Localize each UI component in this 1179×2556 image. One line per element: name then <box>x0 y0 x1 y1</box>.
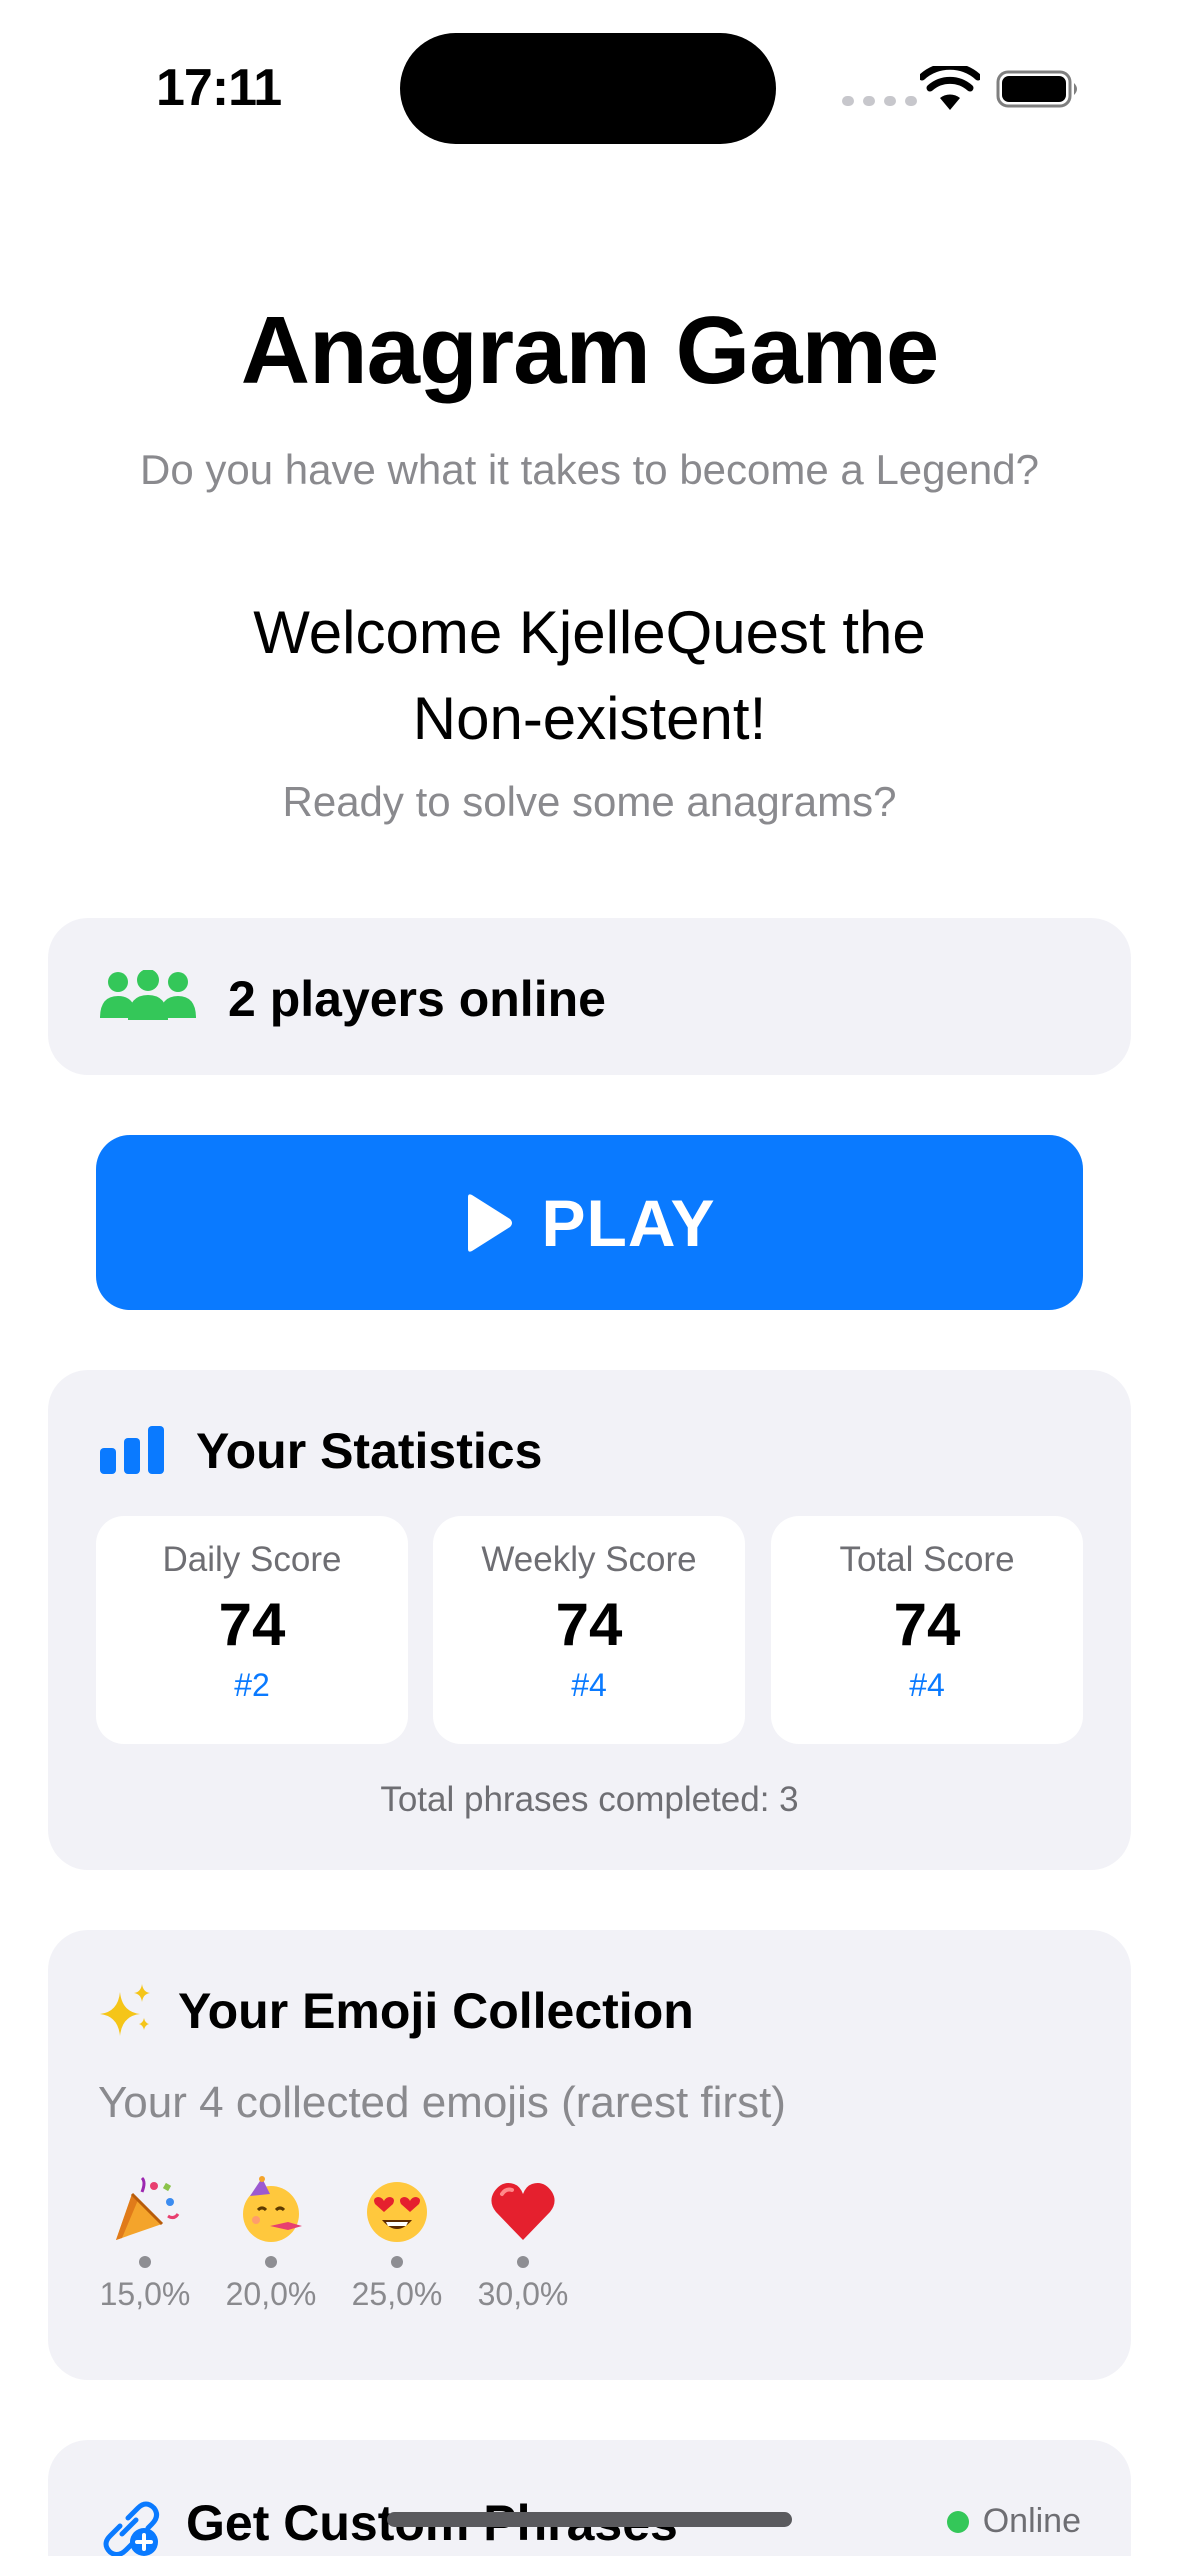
sparkles-icon <box>100 1984 150 2036</box>
welcome-line-2: Non-existent! <box>412 685 767 752</box>
heart-eyes-face-icon <box>367 2182 427 2242</box>
party-popper-icon <box>116 2176 180 2240</box>
emoji-percent: 15,0% <box>99 2276 191 2312</box>
play-icon <box>467 1193 512 1252</box>
link-add-icon <box>103 2501 160 2556</box>
total-score-box: Total Score 74 #4 <box>771 1516 1083 1744</box>
emoji-collection-title: Your Emoji Collection <box>178 1983 694 2039</box>
custom-phrases-card[interactable]: Get Custom Phrases Online <box>48 2440 1131 2556</box>
online-players-text: 2 players online <box>228 971 606 1027</box>
stat-value: 74 <box>555 1591 623 1658</box>
online-status-dot-icon <box>946 2510 969 2533</box>
emoji-percent: 25,0% <box>351 2276 443 2312</box>
home-indicator[interactable] <box>387 2512 792 2527</box>
emoji-item[interactable]: 25,0% <box>342 2176 452 2313</box>
emoji-item[interactable]: 15,0% <box>90 2176 200 2313</box>
emoji-percent: 30,0% <box>477 2276 569 2312</box>
weekly-score-box: Weekly Score 74 #4 <box>433 1516 745 1744</box>
stat-rank: #2 <box>234 1667 270 1703</box>
cellular-signal-icon <box>842 96 917 106</box>
page-title: Anagram Game <box>240 297 940 404</box>
emoji-collection-card: Your Emoji Collection Your 4 collected e… <box>48 1930 1131 2380</box>
welcome-line-1: Welcome KjelleQuest the <box>253 599 926 666</box>
page-subtitle: Do you have what it takes to become a Le… <box>140 446 1039 493</box>
screen: 17:11 Anagram Game Do you have what it t… <box>0 0 1179 2556</box>
stat-label: Daily Score <box>162 1540 342 1579</box>
stat-rank: #4 <box>571 1667 607 1703</box>
emoji-collection-subtitle: Your 4 collected emojis (rarest first) <box>98 2078 786 2127</box>
play-button[interactable]: PLAY <box>96 1135 1083 1310</box>
stat-label: Weekly Score <box>481 1540 697 1579</box>
red-heart-icon <box>491 2183 555 2240</box>
emoji-dot <box>517 2256 529 2268</box>
emoji-percent: 20,0% <box>225 2276 317 2312</box>
online-status-label: Online <box>982 2502 1081 2540</box>
stat-rank: #4 <box>909 1667 945 1703</box>
emoji-item[interactable]: 20,0% <box>216 2176 326 2313</box>
status-badge: Online <box>946 2502 1081 2541</box>
welcome-message: Welcome KjelleQuest the Non-existent! <box>150 590 1029 762</box>
play-label: PLAY <box>541 1185 716 1260</box>
status-time: 17:11 <box>156 59 282 117</box>
daily-score-box: Daily Score 74 #2 <box>96 1516 408 1744</box>
stat-label: Total Score <box>839 1540 1015 1579</box>
phrases-completed-text: Total phrases completed: 3 <box>380 1780 799 1819</box>
people-icon <box>100 970 196 1020</box>
emoji-item[interactable]: 30,0% <box>468 2176 578 2313</box>
bar-chart-icon <box>100 1426 164 1474</box>
stat-value: 74 <box>893 1591 961 1658</box>
emoji-dot <box>265 2256 277 2268</box>
ready-prompt: Ready to solve some anagrams? <box>282 778 897 825</box>
partying-face-icon <box>243 2176 302 2242</box>
emoji-dot <box>139 2256 151 2268</box>
stat-value: 74 <box>218 1591 286 1658</box>
dynamic-island <box>400 33 776 144</box>
battery-icon <box>996 70 1077 108</box>
wifi-icon <box>920 66 980 110</box>
emoji-dot <box>391 2256 403 2268</box>
statistics-title: Your Statistics <box>196 1423 543 1479</box>
statistics-card: Your Statistics Daily Score 74 #2 Weekly… <box>48 1370 1131 1870</box>
online-players-card: 2 players online <box>48 918 1131 1075</box>
